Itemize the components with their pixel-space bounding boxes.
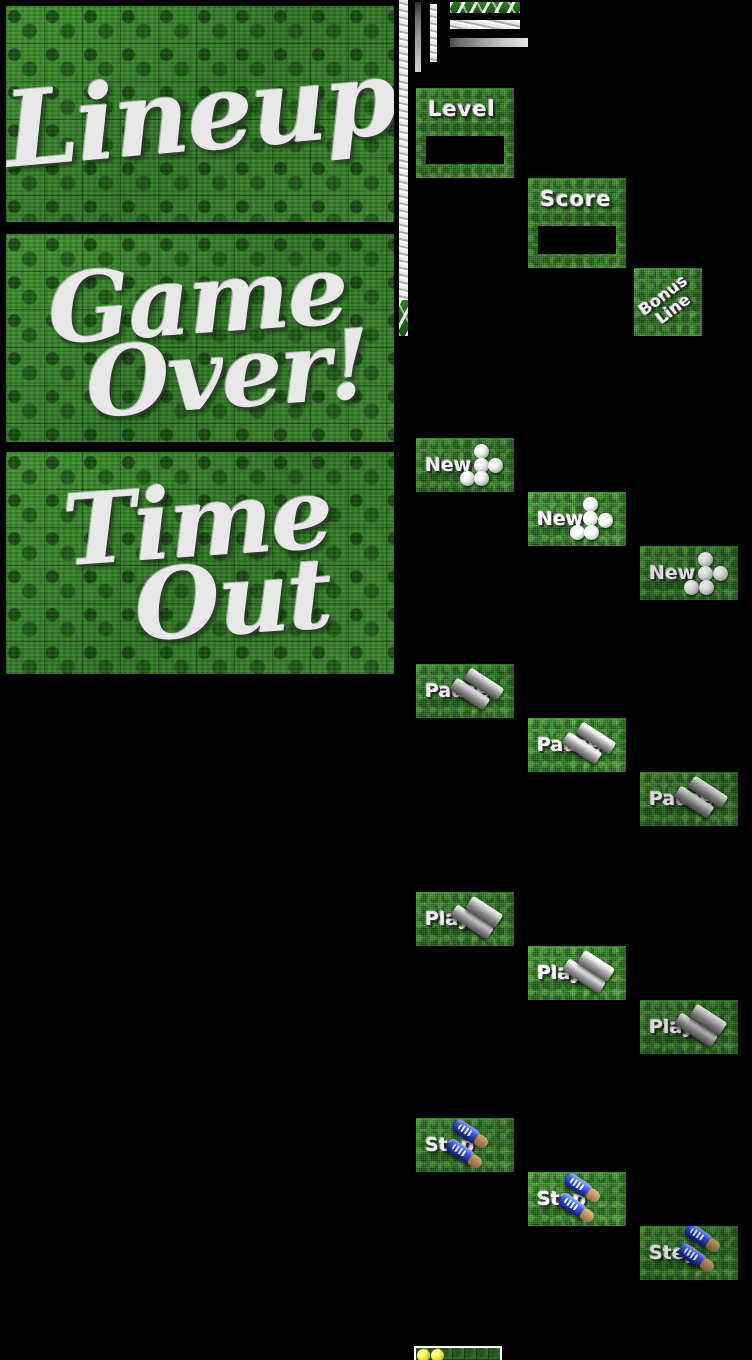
play-bar-icon: [561, 949, 620, 994]
pause-button-pressed[interactable]: Pause: [640, 772, 738, 826]
step-button-hover[interactable]: Step: [528, 1172, 626, 1226]
pause-bars-icon: [561, 721, 620, 765]
score-value: [538, 226, 616, 254]
step-button-normal[interactable]: Step: [416, 1118, 514, 1172]
board-cell-empty: [458, 1349, 471, 1360]
new-button-pressed[interactable]: New: [640, 546, 738, 600]
progress-bar-white: [450, 20, 520, 29]
pause-bars-icon: [449, 667, 508, 711]
level-value: [426, 136, 504, 164]
marble-strip-short: [430, 4, 437, 62]
marble-strip-thumb[interactable]: [399, 300, 408, 336]
play-bar-icon: [673, 1003, 732, 1048]
title-banner: Lineup: [6, 6, 394, 222]
play-button-hover[interactable]: Play: [528, 946, 626, 1000]
progress-bar-gray: [450, 38, 528, 47]
pause-button-normal[interactable]: Pause: [416, 664, 514, 718]
ball-cluster-icon: [682, 551, 730, 595]
board-cell-empty: [445, 1349, 458, 1360]
shoes-icon: [444, 1118, 510, 1167]
board-cell-empty: [486, 1349, 499, 1360]
shoes-icon: [556, 1172, 622, 1221]
board-cell-empty: [472, 1349, 485, 1360]
score-label: Score: [540, 187, 612, 211]
title-banner-text: Lineup: [6, 6, 394, 222]
play-button-pressed[interactable]: Play: [640, 1000, 738, 1054]
game-board-icon[interactable]: [414, 1346, 502, 1360]
level-label: Level: [428, 97, 496, 121]
board-cell-ball: [430, 1349, 444, 1360]
stone-gradient-strip: [415, 2, 421, 72]
game-board-grid: [416, 1348, 500, 1360]
bonus-line-badge: Bonus Line: [634, 268, 702, 336]
marble-strip-tall[interactable]: [399, 0, 408, 335]
bonus-line-text: Bonus Line: [635, 270, 694, 328]
score-readout: Score: [528, 178, 626, 268]
play-bar-icon: [449, 895, 508, 940]
time-out-banner-text: Time Out: [6, 452, 394, 674]
ball-cluster-icon: [458, 443, 506, 487]
board-cell-ball: [417, 1349, 430, 1360]
ball-cluster-icon: [570, 497, 618, 541]
shoes-icon: [674, 1226, 734, 1275]
level-readout: Level: [416, 88, 514, 178]
new-button-hover[interactable]: New: [528, 492, 626, 546]
game-over-banner-text: Game Over!: [6, 234, 394, 442]
step-button-pressed[interactable]: Step: [640, 1226, 738, 1280]
game-over-banner: Game Over!: [6, 234, 394, 442]
new-button-normal[interactable]: New: [416, 438, 514, 492]
pause-bars-icon: [673, 775, 732, 819]
pause-button-hover[interactable]: Pause: [528, 718, 626, 772]
play-button-normal[interactable]: Play: [416, 892, 514, 946]
time-out-banner: Time Out: [6, 452, 394, 674]
progress-bar-green: [450, 2, 520, 13]
